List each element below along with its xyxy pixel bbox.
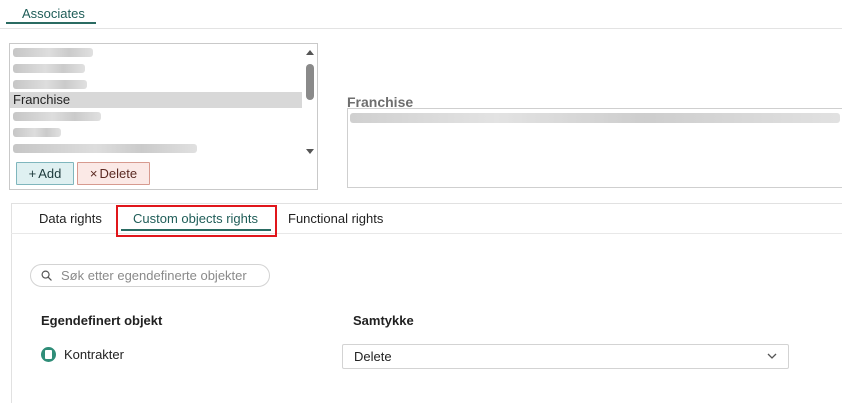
scroll-thumb[interactable] (306, 64, 314, 100)
role-list-panel: Franchise + Add × Delete (9, 43, 318, 190)
redacted-text (13, 128, 61, 137)
list-item-redacted[interactable] (10, 124, 302, 140)
search-icon (41, 270, 52, 281)
redacted-text (13, 112, 101, 121)
document-icon (41, 347, 56, 362)
highlight-annotation (116, 205, 277, 237)
role-list[interactable]: Franchise (10, 44, 302, 157)
add-button-label: Add (38, 166, 62, 181)
scroll-up-arrow-icon[interactable] (306, 50, 314, 55)
add-button[interactable]: + Add (16, 162, 74, 185)
list-item-redacted[interactable] (10, 76, 302, 92)
list-item-selected[interactable]: Franchise (10, 92, 302, 108)
redacted-text (13, 80, 87, 89)
search-input[interactable] (61, 267, 266, 284)
redacted-text (350, 113, 840, 123)
column-header-consent: Samtykke (353, 313, 414, 328)
close-icon: × (89, 166, 98, 181)
consent-select[interactable]: Delete (342, 344, 789, 369)
scroll-down-arrow-icon[interactable] (306, 149, 314, 154)
object-name: Kontrakter (64, 347, 124, 362)
list-item-redacted[interactable] (10, 44, 302, 60)
list-item-redacted[interactable] (10, 108, 302, 124)
delete-button[interactable]: × Delete (77, 162, 150, 185)
search-box (30, 264, 270, 287)
column-header-object: Egendefinert objekt (41, 313, 163, 328)
list-item-redacted[interactable] (10, 140, 302, 156)
list-item-redacted[interactable] (10, 60, 302, 76)
description-field[interactable] (347, 108, 842, 188)
document-icon-glyph (45, 350, 52, 359)
list-item-label: Franchise (13, 92, 71, 107)
tab-associates-label: Associates (22, 6, 85, 21)
tab-data-rights[interactable]: Data rights (39, 211, 102, 227)
delete-button-label: Delete (99, 166, 138, 181)
plus-icon: + (28, 166, 37, 181)
redacted-text (13, 144, 197, 153)
list-scrollbar[interactable] (304, 46, 316, 156)
tab-functional-rights[interactable]: Functional rights (288, 211, 383, 227)
header-divider (0, 28, 842, 29)
consent-select-value: Delete (354, 349, 392, 364)
redacted-text (13, 48, 93, 57)
redacted-text (13, 64, 85, 73)
tab-active-indicator (6, 22, 96, 24)
chevron-down-icon (767, 353, 777, 359)
